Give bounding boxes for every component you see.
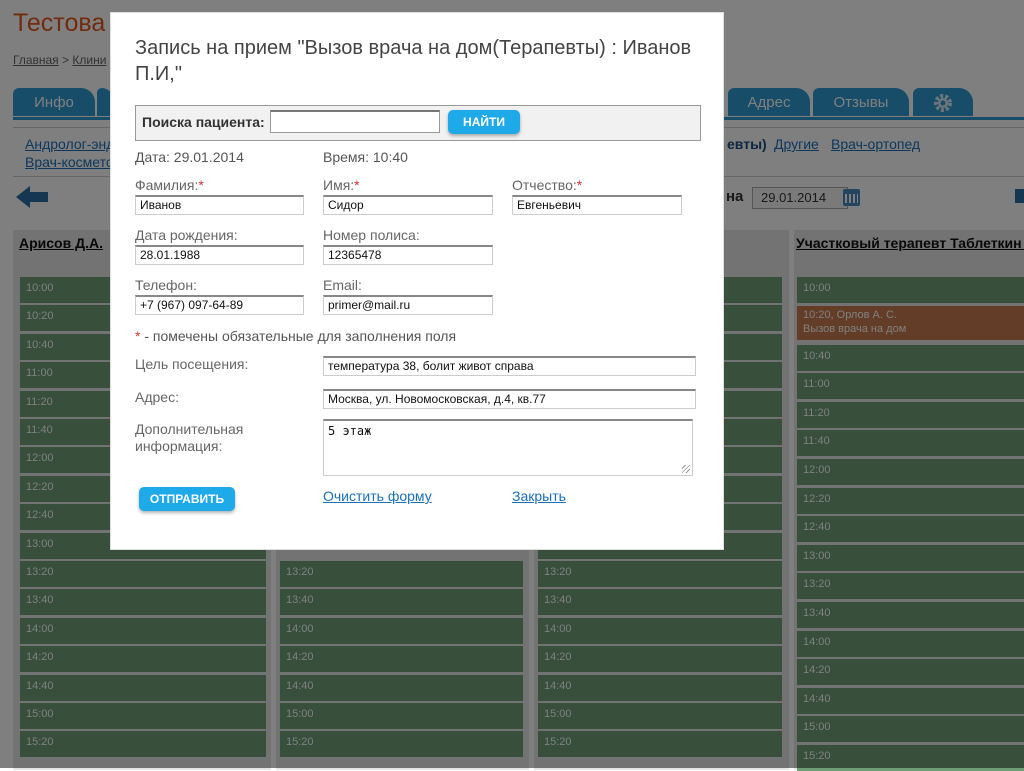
extra-info-label: Дополнительная информация: xyxy=(135,421,244,454)
appointment-modal: Запись на прием "Вызов врача на дом(Тера… xyxy=(110,12,724,550)
name-field[interactable]: Сидор xyxy=(323,195,493,215)
birthdate-field[interactable]: 28.01.1988 xyxy=(135,245,304,265)
clear-form-link[interactable]: Очистить форму xyxy=(323,488,432,504)
patient-search-input[interactable] xyxy=(270,110,440,133)
appointment-date: Дата: 29.01.2014 xyxy=(135,149,244,165)
patient-search-box: Поиска пациента: НАЙТИ xyxy=(135,105,701,141)
appointment-time: Время: 10:40 xyxy=(323,149,408,165)
email-label: Email: xyxy=(323,277,362,293)
phone-field[interactable]: +7 (967) 097-64-89 xyxy=(135,295,304,315)
address-label: Адрес: xyxy=(135,389,179,405)
submit-button[interactable]: ОТПРАВИТЬ xyxy=(139,487,235,511)
purpose-field[interactable]: температура 38, болит живот справа xyxy=(323,356,696,376)
find-button[interactable]: НАЙТИ xyxy=(448,110,520,134)
extra-info-textarea[interactable]: 5 этаж xyxy=(323,419,693,476)
phone-label: Телефон: xyxy=(135,277,197,293)
surname-field[interactable]: Иванов xyxy=(135,195,304,215)
patronymic-field[interactable]: Евгеньевич xyxy=(512,195,682,215)
patient-search-label: Поиска пациента: xyxy=(142,114,265,130)
resize-grip-icon[interactable] xyxy=(682,465,690,473)
email-field[interactable]: primer@mail.ru xyxy=(323,295,493,315)
birthdate-label: Дата рождения: xyxy=(135,227,238,243)
address-field[interactable]: Москва, ул. Новомосковская, д.4, кв.77 xyxy=(323,389,696,409)
surname-label: Фамилия:* xyxy=(135,177,204,193)
policy-field[interactable]: 12365478 xyxy=(323,245,493,265)
required-note: * - помечены обязательные для заполнения… xyxy=(135,328,457,344)
patronymic-label: Отчество:* xyxy=(512,177,583,193)
modal-title: Запись на прием "Вызов врача на дом(Тера… xyxy=(135,37,692,85)
extra-info-text: 5 этаж xyxy=(328,424,372,438)
policy-label: Номер полиса: xyxy=(323,227,420,243)
purpose-label: Цель посещения: xyxy=(135,356,249,372)
close-link[interactable]: Закрыть xyxy=(512,488,566,504)
name-label: Имя:* xyxy=(323,177,360,193)
